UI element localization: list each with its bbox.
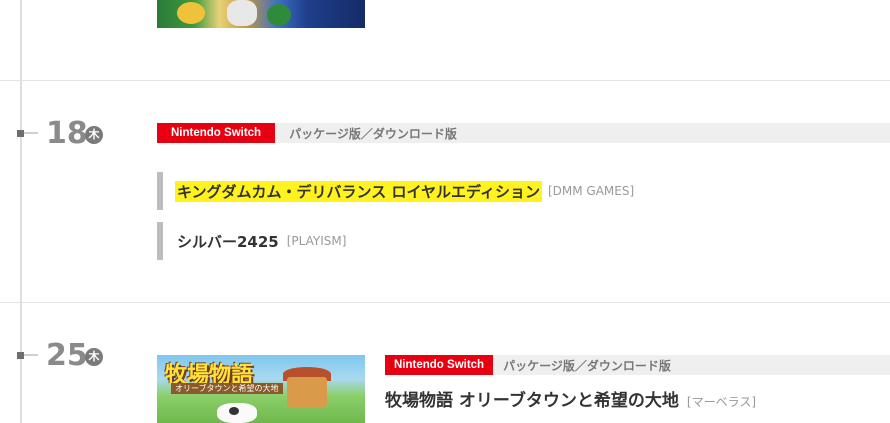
timeline-marker — [17, 130, 24, 137]
timeline-line — [20, 0, 22, 423]
list-item[interactable]: キングダムカム・デリバランス ロイヤルエディション [DMM GAMES] — [157, 172, 634, 210]
platform-bar: Nintendo Switch パッケージ版／ダウンロード版 — [157, 123, 890, 143]
edition-label: パッケージ版／ダウンロード版 — [503, 358, 671, 373]
publisher-label: [PLAYISM] — [286, 234, 347, 248]
timeline-marker — [17, 352, 24, 359]
date-number: 25 — [46, 338, 88, 373]
game-title-row[interactable]: 牧場物語 オリーブタウンと希望の大地 [マーベラス] — [385, 386, 756, 411]
date-divider — [0, 80, 890, 81]
timeline-tick — [24, 132, 38, 134]
platform-badge[interactable]: Nintendo Switch — [385, 355, 494, 375]
weekday-badge: 木 — [85, 348, 103, 366]
publisher-label: [マーベラス] — [686, 395, 757, 409]
thumbnail-subtitle-text: オリーブタウンと希望の大地 — [171, 383, 283, 394]
game-title[interactable]: 牧場物語 オリーブタウンと希望の大地 — [385, 391, 679, 411]
game-title[interactable]: キングダムカム・デリバランス ロイヤルエディション — [175, 180, 542, 202]
list-item-bar — [157, 172, 163, 210]
game-title[interactable]: シルバー2425 — [175, 231, 281, 252]
list-item[interactable]: シルバー2425 [PLAYISM] — [157, 222, 346, 260]
edition-label: パッケージ版／ダウンロード版 — [289, 126, 457, 141]
game-thumbnail-previous[interactable] — [157, 0, 365, 28]
date-divider — [0, 302, 890, 303]
timeline-tick — [24, 354, 38, 356]
date-number: 18 — [46, 116, 88, 151]
platform-badge[interactable]: Nintendo Switch — [157, 123, 276, 143]
weekday-badge: 木 — [85, 126, 103, 144]
platform-bar: Nintendo Switch パッケージ版／ダウンロード版 — [385, 355, 890, 375]
publisher-label: [DMM GAMES] — [547, 184, 635, 198]
game-thumbnail[interactable]: 牧場物語 オリーブタウンと希望の大地 — [157, 355, 365, 423]
list-item-bar — [157, 222, 163, 260]
